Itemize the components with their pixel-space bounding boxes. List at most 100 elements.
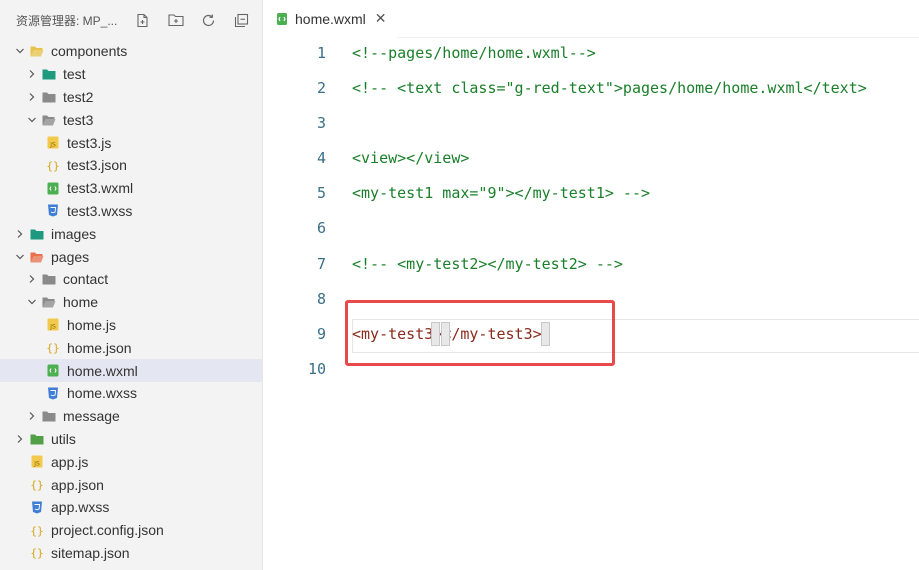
tree-item-label: contact	[63, 271, 109, 288]
code-line[interactable]: 2 <!-- <text class="g-red-text">pages/hom…	[263, 73, 919, 103]
js-file-icon: JS	[46, 136, 60, 150]
tree-item[interactable]: utils	[0, 428, 262, 451]
tree-item[interactable]: home	[0, 291, 262, 314]
tree-item[interactable]: JS app.js	[0, 450, 262, 473]
explorer-header: 资源管理器: MP_...	[0, 0, 262, 40]
code-line[interactable]: 5 <my-test1 max="9"></my-test1> -->	[263, 178, 919, 208]
tree-item-label: test3.wxss	[67, 202, 133, 219]
tree-item-label: pages	[51, 248, 90, 265]
tree-item[interactable]: test3	[0, 108, 262, 131]
tree-item[interactable]: components	[0, 40, 262, 63]
js-file-icon: JS	[30, 455, 44, 469]
tree-item[interactable]: {} project.config.json	[0, 519, 262, 542]
chevron-down-icon[interactable]	[14, 251, 26, 263]
tree-item-label: home.wxss	[67, 385, 138, 402]
code-line[interactable]: 1 <!--pages/home/home.wxml-->	[263, 38, 919, 68]
tree-item[interactable]: images	[0, 222, 262, 245]
line-number: 7	[316, 255, 326, 273]
tree-item[interactable]: pages	[0, 245, 262, 268]
code-line[interactable]: 3	[263, 108, 919, 138]
collapse-all-icon[interactable]	[225, 8, 258, 32]
line-number: 4	[316, 149, 326, 167]
chevron-down-icon[interactable]	[14, 45, 26, 57]
tree-item[interactable]: home.wxml	[0, 359, 262, 382]
line-number: 8	[316, 290, 326, 308]
json-file-icon: {}	[30, 478, 44, 492]
tree-item-label: home.json	[67, 339, 132, 356]
folder-open-icon	[42, 113, 56, 127]
explorer-toolbar	[126, 8, 258, 32]
tree-item-label: utils	[51, 430, 76, 447]
code-text: <!-- <text class="g-red-text">pages/home…	[352, 79, 867, 97]
chevron-down-icon[interactable]	[26, 114, 38, 126]
tree-item[interactable]: contact	[0, 268, 262, 291]
new-folder-icon[interactable]	[159, 8, 192, 32]
close-icon[interactable]: ✕	[375, 10, 387, 27]
tree-item[interactable]: test	[0, 63, 262, 86]
line-number: 3	[316, 114, 326, 132]
chevron-right-icon[interactable]	[14, 228, 26, 240]
tab-home-wxml[interactable]: home.wxml ✕	[263, 0, 397, 38]
tree-item[interactable]: JS test3.js	[0, 131, 262, 154]
folder-icon	[30, 227, 44, 241]
line-number: 2	[316, 79, 326, 97]
svg-text:{}: {}	[30, 547, 43, 560]
folder-icon	[42, 90, 56, 104]
tree-item[interactable]: {} sitemap.json	[0, 542, 262, 565]
tree-item-label: home	[63, 294, 99, 311]
tree-item[interactable]: test3.wxml	[0, 177, 262, 200]
code-editor: home.wxml ✕ 1 <!--pages/home/home.wxml-->…	[263, 0, 919, 570]
code-line[interactable]: 6	[263, 213, 919, 243]
tree-item-label: test	[63, 66, 86, 83]
wxml-file-icon	[275, 12, 289, 26]
new-file-icon[interactable]	[126, 8, 159, 32]
wxss-file-icon	[46, 204, 60, 218]
tree-item-label: home.js	[67, 316, 117, 333]
line-number: 10	[307, 360, 326, 378]
explorer-title: 资源管理器: MP_...	[16, 13, 118, 28]
wxss-file-icon	[30, 500, 44, 514]
tab-label: home.wxml	[295, 10, 366, 27]
tree-item-label: app.js	[51, 453, 89, 470]
chevron-down-icon[interactable]	[26, 296, 38, 308]
tree-item-label: app.json	[51, 476, 104, 493]
code-text: <view></view>	[352, 149, 470, 167]
tree-item[interactable]: {} home.json	[0, 336, 262, 359]
chevron-right-icon[interactable]	[26, 273, 38, 285]
folder-open-icon	[30, 250, 44, 264]
folder-open-icon	[30, 44, 44, 58]
svg-text:JS: JS	[49, 324, 56, 331]
chevron-right-icon[interactable]	[26, 91, 38, 103]
svg-text:{}: {}	[30, 524, 43, 537]
line-number: 1	[316, 44, 326, 62]
line-number: 9	[316, 325, 326, 343]
tree-item[interactable]: test3.wxss	[0, 200, 262, 223]
svg-text:{}: {}	[46, 342, 59, 355]
tree-item-label: test2	[63, 88, 94, 105]
chevron-right-icon[interactable]	[14, 433, 26, 445]
json-file-icon: {}	[30, 523, 44, 537]
tree-item[interactable]: test2	[0, 86, 262, 109]
refresh-icon[interactable]	[192, 8, 225, 32]
folder-icon	[30, 432, 44, 446]
code-line[interactable]: 4 <view></view>	[263, 143, 919, 173]
tree-item-label: components	[51, 43, 128, 60]
tree-item[interactable]: home.wxss	[0, 382, 262, 405]
folder-icon	[42, 272, 56, 286]
chevron-right-icon[interactable]	[26, 68, 38, 80]
chevron-right-icon[interactable]	[26, 410, 38, 422]
code-line[interactable]: 7 <!-- <my-test2></my-test2> -->	[263, 249, 919, 279]
json-file-icon: {}	[30, 546, 44, 560]
tree-item[interactable]: message	[0, 405, 262, 428]
tree-item-label: project.config.json	[51, 522, 164, 539]
code-text: <!-- <my-test2></my-test2> -->	[352, 255, 623, 273]
tree-item[interactable]: app.wxss	[0, 496, 262, 519]
svg-text:{}: {}	[46, 159, 59, 172]
tree-item[interactable]: JS home.js	[0, 314, 262, 337]
js-file-icon: JS	[46, 318, 60, 332]
folder-open-icon	[42, 295, 56, 309]
tree-item[interactable]: {} test3.json	[0, 154, 262, 177]
explorer-sidebar: 资源管理器: MP_... components test test2 test3 JS…	[0, 0, 263, 570]
tree-item[interactable]: {} app.json	[0, 473, 262, 496]
tree-item-label: test3	[63, 111, 94, 128]
